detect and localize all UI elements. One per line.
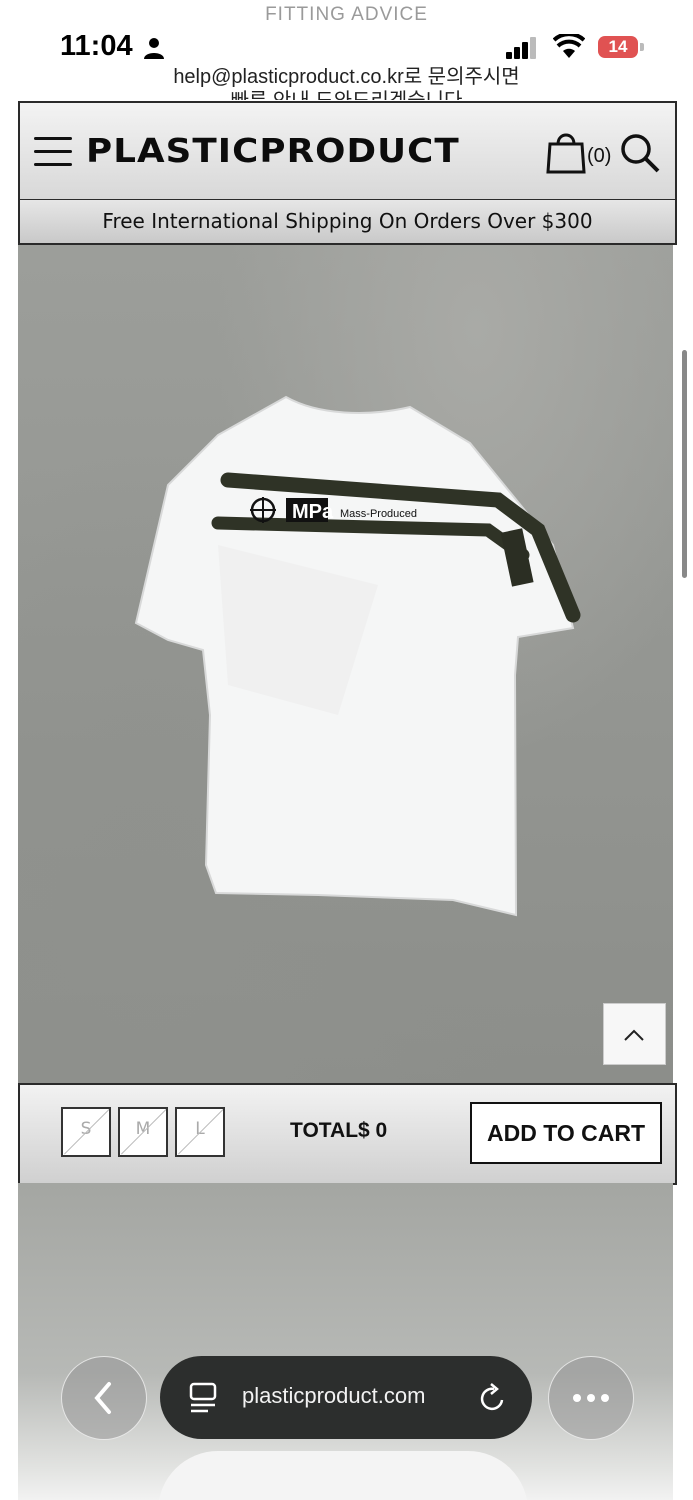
back-to-top-button[interactable] xyxy=(603,1003,666,1065)
browser-more-button[interactable] xyxy=(548,1356,634,1440)
person-icon xyxy=(144,38,164,59)
tshirt-graphic: MPa Mass-Produced xyxy=(134,395,581,917)
tshirt-partial-graphic xyxy=(158,1451,528,1500)
battery-level: 14 xyxy=(598,36,638,58)
shopping-bag-icon[interactable] xyxy=(546,130,586,174)
wifi-icon xyxy=(553,34,585,58)
hamburger-menu-icon[interactable] xyxy=(34,137,72,167)
page-scrollbar[interactable] xyxy=(682,350,687,578)
site-logo[interactable]: PLASTICPRODUCT xyxy=(86,131,460,170)
site-header: PLASTICPRODUCT (0) xyxy=(18,101,677,201)
tabs-icon[interactable] xyxy=(188,1382,218,1414)
more-dots-icon xyxy=(573,1394,609,1402)
chevron-up-icon xyxy=(624,1029,644,1041)
cellular-signal-icon xyxy=(506,37,536,59)
status-time: 11:04 xyxy=(60,30,133,62)
purchase-bar: S M L TOTAL$ 0 ADD TO CART xyxy=(18,1083,677,1185)
help-contact-text-2: 빠른 안내 도와드리겠습니다 xyxy=(0,84,693,100)
shipping-banner: Free International Shipping On Orders Ov… xyxy=(18,199,677,245)
browser-address-bar[interactable]: plasticproduct.com xyxy=(160,1356,532,1439)
total-price: TOTAL$ 0 xyxy=(290,1119,388,1142)
product-image-2[interactable] xyxy=(18,1183,673,1500)
reload-icon[interactable] xyxy=(478,1382,508,1414)
size-option-m[interactable]: M xyxy=(118,1107,168,1157)
size-option-s[interactable]: S xyxy=(61,1107,111,1157)
cart-count[interactable]: (0) xyxy=(587,145,611,168)
tshirt-tag-text: Mass-Produced xyxy=(340,508,417,520)
fitting-advice-label: FITTING ADVICE xyxy=(265,4,428,25)
product-image[interactable]: MPa Mass-Produced xyxy=(18,245,673,1083)
url-text[interactable]: plasticproduct.com xyxy=(242,1383,425,1409)
size-option-l[interactable]: L xyxy=(175,1107,225,1157)
tshirt-tag-brand: MPa xyxy=(292,501,334,523)
battery-nub xyxy=(640,43,644,51)
browser-back-button[interactable] xyxy=(61,1356,147,1440)
add-to-cart-button[interactable]: ADD TO CART xyxy=(470,1102,662,1164)
chevron-left-icon xyxy=(94,1382,111,1414)
search-icon[interactable] xyxy=(620,133,660,173)
